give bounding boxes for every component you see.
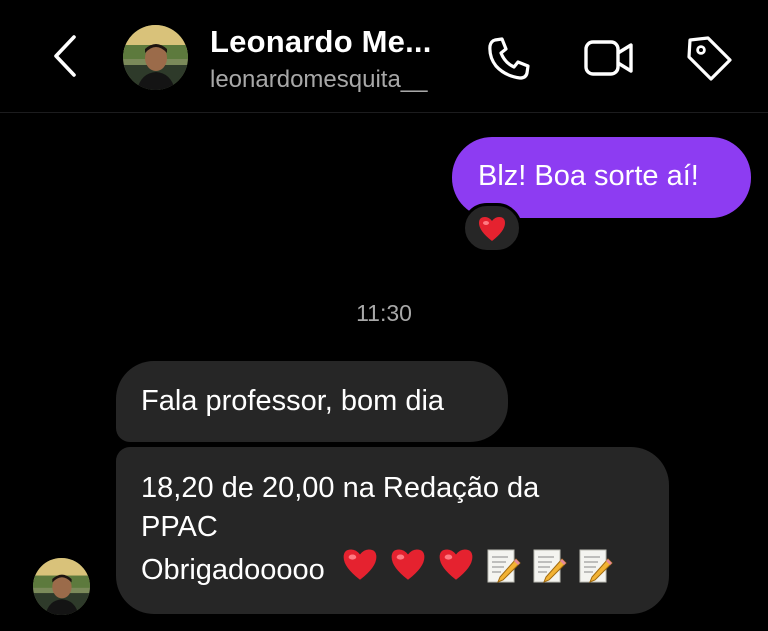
phone-icon <box>488 37 530 80</box>
label-button[interactable] <box>684 33 734 83</box>
back-button[interactable] <box>46 33 86 79</box>
red-heart-emoji <box>389 547 427 585</box>
received-message-bubble[interactable]: 18,20 de 20,00 na Redação da PPAC Obriga… <box>116 447 669 614</box>
red-heart-emoji <box>437 547 475 585</box>
contact-name[interactable]: Leonardo Me... <box>210 24 432 60</box>
audio-call-button[interactable] <box>485 34 533 82</box>
video-call-button[interactable] <box>583 36 635 80</box>
sender-avatar[interactable] <box>33 558 90 615</box>
received-message-line: 18,20 de 20,00 na Redação da <box>141 472 540 504</box>
red-heart-emoji <box>477 215 507 242</box>
chat-header: Leonardo Me... leonardomesquita__ <box>0 0 768 113</box>
memo-emoji <box>577 547 613 585</box>
red-heart-emoji <box>341 547 379 585</box>
memo-emoji <box>531 547 567 585</box>
video-camera-icon <box>584 40 633 76</box>
emoji-group <box>341 547 613 585</box>
received-message-bubble[interactable]: Fala professor, bom dia <box>116 361 508 442</box>
memo-emoji <box>485 547 521 585</box>
message-timestamp: 11:30 <box>356 300 412 326</box>
sent-message-text: Blz! Boa sorte aí! <box>478 160 699 192</box>
received-message-line: PPAC <box>141 511 218 543</box>
contact-avatar[interactable] <box>123 25 188 90</box>
message-reaction[interactable] <box>462 203 522 253</box>
received-message-text: Fala professor, bom dia <box>141 385 445 417</box>
contact-handle[interactable]: leonardomesquita__ <box>210 66 428 94</box>
received-message-text: Obrigadooooo <box>141 554 325 586</box>
chevron-left-icon <box>54 35 76 77</box>
received-message-line: Obrigadooooo <box>141 547 649 590</box>
tag-icon <box>687 36 732 81</box>
